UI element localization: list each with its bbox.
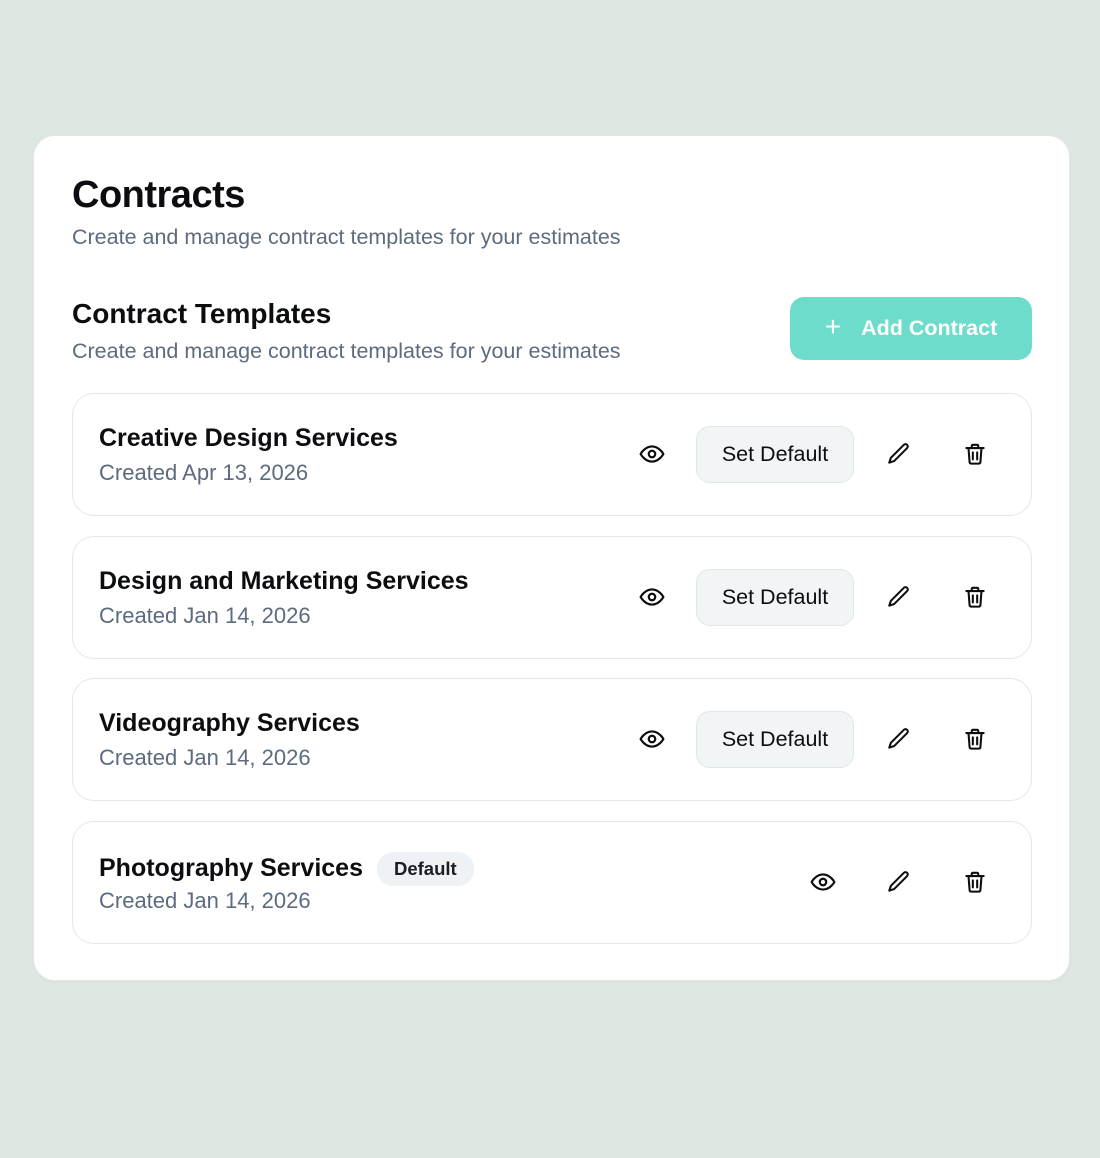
plus-icon: +: [824, 311, 842, 342]
contract-name: Creative Design Services: [99, 424, 398, 452]
preview-eye-icon[interactable]: [634, 721, 670, 757]
contract-name: Videography Services: [99, 709, 360, 737]
set-default-button[interactable]: Set Default: [696, 711, 854, 768]
contract-name-line: Videography Services: [99, 709, 360, 738]
contract-name: Design and Marketing Services: [99, 566, 469, 595]
delete-trash-icon[interactable]: [957, 721, 993, 757]
preview-eye-icon[interactable]: [634, 436, 670, 472]
edit-pencil-icon[interactable]: [881, 864, 917, 900]
contracts-card: Contracts Create and manage contract tem…: [33, 135, 1070, 981]
add-contract-button[interactable]: + Add Contract: [790, 297, 1032, 360]
contract-row: Creative Design Services Created Apr 13, …: [72, 393, 1032, 516]
default-badge: Default: [376, 851, 474, 886]
contract-created-date: Created Jan 14, 2026: [99, 745, 311, 770]
contract-created-date: Created Jan 14, 2026: [99, 602, 311, 628]
contract-created-date: Created Jan 14, 2026: [99, 887, 311, 913]
edit-pencil-icon[interactable]: [881, 436, 917, 472]
delete-trash-icon[interactable]: [957, 579, 993, 615]
page-title: Contracts: [72, 174, 245, 216]
preview-eye-icon[interactable]: [634, 579, 670, 615]
contract-name-line: Creative Design Services: [99, 424, 398, 453]
add-contract-label: Add Contract: [861, 316, 998, 340]
contract-created-date: Created Apr 13, 2026: [99, 460, 309, 485]
contract-name: Photography Services: [99, 854, 363, 882]
page-subtitle: Create and manage contract templates for…: [72, 225, 621, 249]
edit-pencil-icon[interactable]: [881, 721, 917, 757]
preview-eye-icon[interactable]: [805, 864, 841, 900]
delete-trash-icon[interactable]: [957, 436, 993, 472]
contract-row: Videography Services Created Jan 14, 2026…: [72, 678, 1032, 801]
contract-row: Photography Services Default Created Jan 1…: [72, 820, 1032, 944]
set-default-button[interactable]: Set Default: [696, 426, 854, 483]
set-default-button[interactable]: Set Default: [696, 568, 854, 626]
section-subtitle: Create and manage contract templates for…: [72, 339, 621, 363]
contract-name-line: Photography Services Default: [99, 851, 474, 886]
edit-pencil-icon[interactable]: [881, 579, 917, 615]
section-title: Contract Templates: [72, 298, 332, 329]
delete-trash-icon[interactable]: [957, 864, 993, 900]
contract-row: Design and Marketing Services Created Jan…: [72, 535, 1032, 659]
contract-list: Creative Design Services Created Apr 13, …: [72, 393, 1032, 963]
contract-name-line: Design and Marketing Services: [99, 567, 469, 596]
